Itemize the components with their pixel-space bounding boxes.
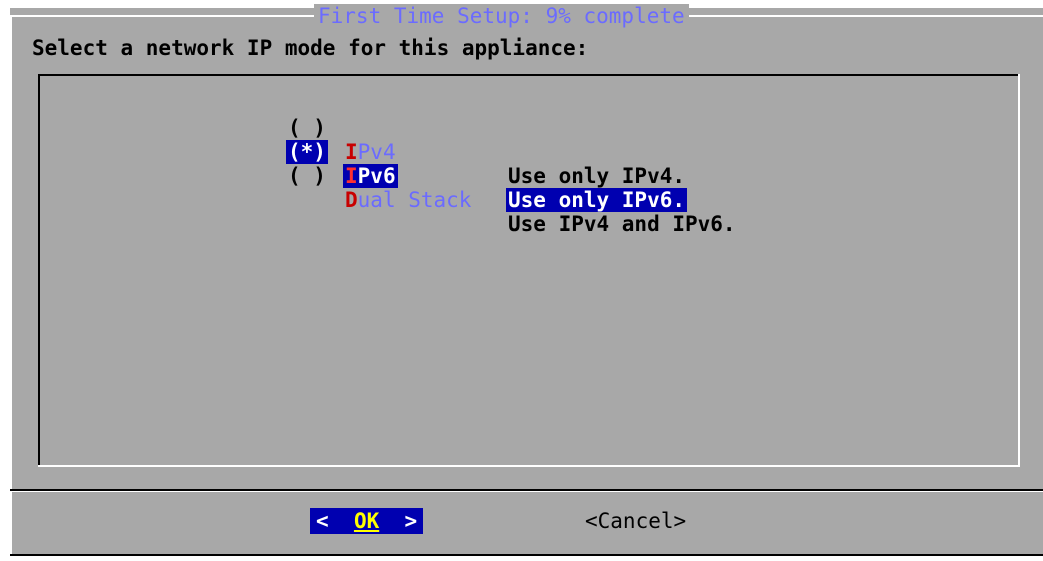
option-tag[interactable]: Dual Stack (345, 188, 471, 212)
setup-dialog: First Time Setup: 9% complete Select a n… (10, 4, 1043, 556)
option-tag[interactable]: IPv6 (343, 164, 398, 188)
option-dual-stack[interactable]: ( ) Dual Stack Use IPv4 and IPv6. (40, 140, 736, 236)
ok-label: OK (353, 509, 380, 533)
option-hotkey: I (345, 164, 358, 188)
option-hotkey: D (345, 188, 358, 212)
radio-marker[interactable]: ( ) (288, 116, 326, 140)
option-description: Use IPv4 and IPv6. (508, 212, 736, 236)
option-hotkey: I (345, 140, 358, 164)
option-tag-rest: ual Stack (357, 188, 472, 212)
ip-mode-list: ( ) IPv4 Use only IPv4. (*) IPv6 Use onl… (40, 74, 1020, 467)
ok-right-bracket: > (379, 509, 418, 533)
radio-marker[interactable]: (*) (286, 140, 328, 164)
option-tag-rest: Pv6 (357, 164, 396, 188)
button-separator-highlight (10, 491, 1043, 492)
cancel-button[interactable]: <Cancel> (585, 508, 686, 534)
option-tag-rest: Pv4 (357, 140, 396, 164)
radio-marker[interactable]: ( ) (288, 164, 326, 188)
dialog-prompt: Select a network IP mode for this applia… (32, 36, 589, 60)
option-ipv4[interactable]: ( ) IPv4 Use only IPv4. (40, 92, 685, 188)
option-ipv6[interactable]: (*) IPv6 Use only IPv6. (40, 116, 688, 212)
ok-button[interactable]: < OK > (310, 508, 424, 534)
dialog-title: First Time Setup: 9% complete (314, 4, 689, 28)
dialog-bottom-border (10, 554, 1043, 556)
dialog-left-border (10, 15, 12, 555)
ok-left-bracket: < (316, 509, 354, 533)
option-description: Use only IPv6. (506, 188, 688, 212)
option-tag[interactable]: IPv4 (345, 140, 396, 164)
option-description: Use only IPv4. (508, 164, 686, 188)
